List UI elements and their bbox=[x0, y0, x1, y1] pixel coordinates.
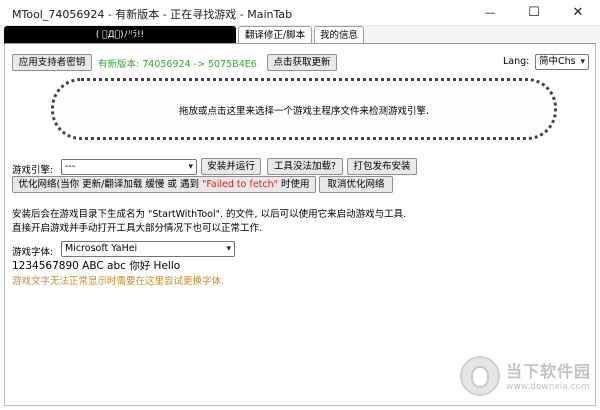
main-panel: 应用支持者密钥 有新版本: 74056924 -> 5075B4E6 点击获取更… bbox=[4, 44, 596, 406]
get-update-button[interactable]: 点击获取更新 bbox=[267, 54, 337, 71]
title-bar: MTool_74056924 - 有新版本 - 正在寻找游戏 - MainTab… bbox=[0, 0, 600, 26]
optimize-network-suffix: 时使用 bbox=[278, 179, 310, 190]
chevron-down-icon: ▾ bbox=[580, 57, 585, 67]
install-info-line-1: 安装后会在游戏目录下生成名为 "StartWithTool". 的文件, 以后可… bbox=[12, 209, 407, 220]
dropzone-text: 拖放或点击这里来选择一个游戏主程序文件来检测游戏引擎. bbox=[178, 106, 430, 117]
apply-supporter-key-button[interactable]: 应用支持者密钥 bbox=[12, 54, 92, 71]
close-button[interactable]: ✕ bbox=[556, 0, 600, 26]
watermark-url: www.downxia.com bbox=[506, 382, 590, 392]
language-select[interactable]: 简中Chs ▾ bbox=[535, 54, 589, 70]
minimize-button[interactable]: — bbox=[468, 0, 512, 26]
watermark-name: 当下软件园 bbox=[506, 362, 592, 381]
lang-label: Lang: bbox=[503, 56, 530, 67]
tab-strip: ( ゚Д゚)ﾉ⁾⁾ﾗ!! 翻译修正/脚本 我的信息 bbox=[0, 26, 600, 44]
tab-main[interactable]: ( ゚Д゚)ﾉ⁾⁾ﾗ!! bbox=[4, 26, 236, 44]
install-and-run-button[interactable]: 安装并运行 bbox=[201, 158, 261, 175]
optimize-network-prefix: 优化网络(当你 更新/翻译加载 缓慢 或 遇到 bbox=[18, 179, 202, 190]
game-font-select[interactable]: Microsoft YaHei ▾ bbox=[61, 241, 235, 257]
game-engine-label: 游戏引擎: bbox=[12, 165, 54, 176]
cancel-optimize-network-button[interactable]: 取消优化网络 bbox=[319, 176, 393, 193]
tab-translation-fix[interactable]: 翻译修正/脚本 bbox=[238, 26, 312, 44]
watermark-logo: 当下软件园 www.downxia.com bbox=[460, 356, 600, 408]
install-info-line-2: 直接开启游戏并手动打开工具大部分情况下也可以正常工作. bbox=[12, 223, 263, 234]
optimize-network-button[interactable]: 优化网络(当你 更新/翻译加载 缓慢 或 遇到 "Failed to fetch… bbox=[12, 176, 316, 193]
new-version-text: 有新版本: 74056924 -> 5075B4E6 bbox=[98, 59, 257, 70]
tab-my-info[interactable]: 我的信息 bbox=[314, 26, 364, 44]
language-select-value: 简中Chs bbox=[539, 56, 576, 67]
game-engine-select-value: --- bbox=[65, 161, 76, 172]
game-engine-select[interactable]: --- ▾ bbox=[61, 159, 197, 175]
tool-not-loading-button[interactable]: 工具没法加载? bbox=[267, 158, 343, 175]
chevron-down-icon: ▾ bbox=[226, 244, 231, 254]
font-hint-text: 游戏文字无法正常显示时需要在这里尝试更换字体. bbox=[12, 276, 225, 287]
font-sample-text: 1234567890 ABC abc 你好 Hello bbox=[12, 260, 181, 272]
chevron-down-icon: ▾ bbox=[188, 162, 193, 172]
game-file-dropzone[interactable]: 拖放或点击这里来选择一个游戏主程序文件来检测游戏引擎. bbox=[51, 78, 557, 140]
download-logo-icon bbox=[460, 356, 500, 396]
package-release-install-button[interactable]: 打包发布安装 bbox=[347, 158, 417, 175]
failed-to-fetch-text: "Failed to fetch" bbox=[201, 179, 279, 190]
game-font-select-value: Microsoft YaHei bbox=[65, 243, 138, 254]
window-title: MTool_74056924 - 有新版本 - 正在寻找游戏 - MainTab bbox=[12, 8, 293, 21]
maximize-button[interactable]: ☐ bbox=[512, 0, 556, 26]
game-font-label: 游戏字体: bbox=[12, 247, 54, 258]
